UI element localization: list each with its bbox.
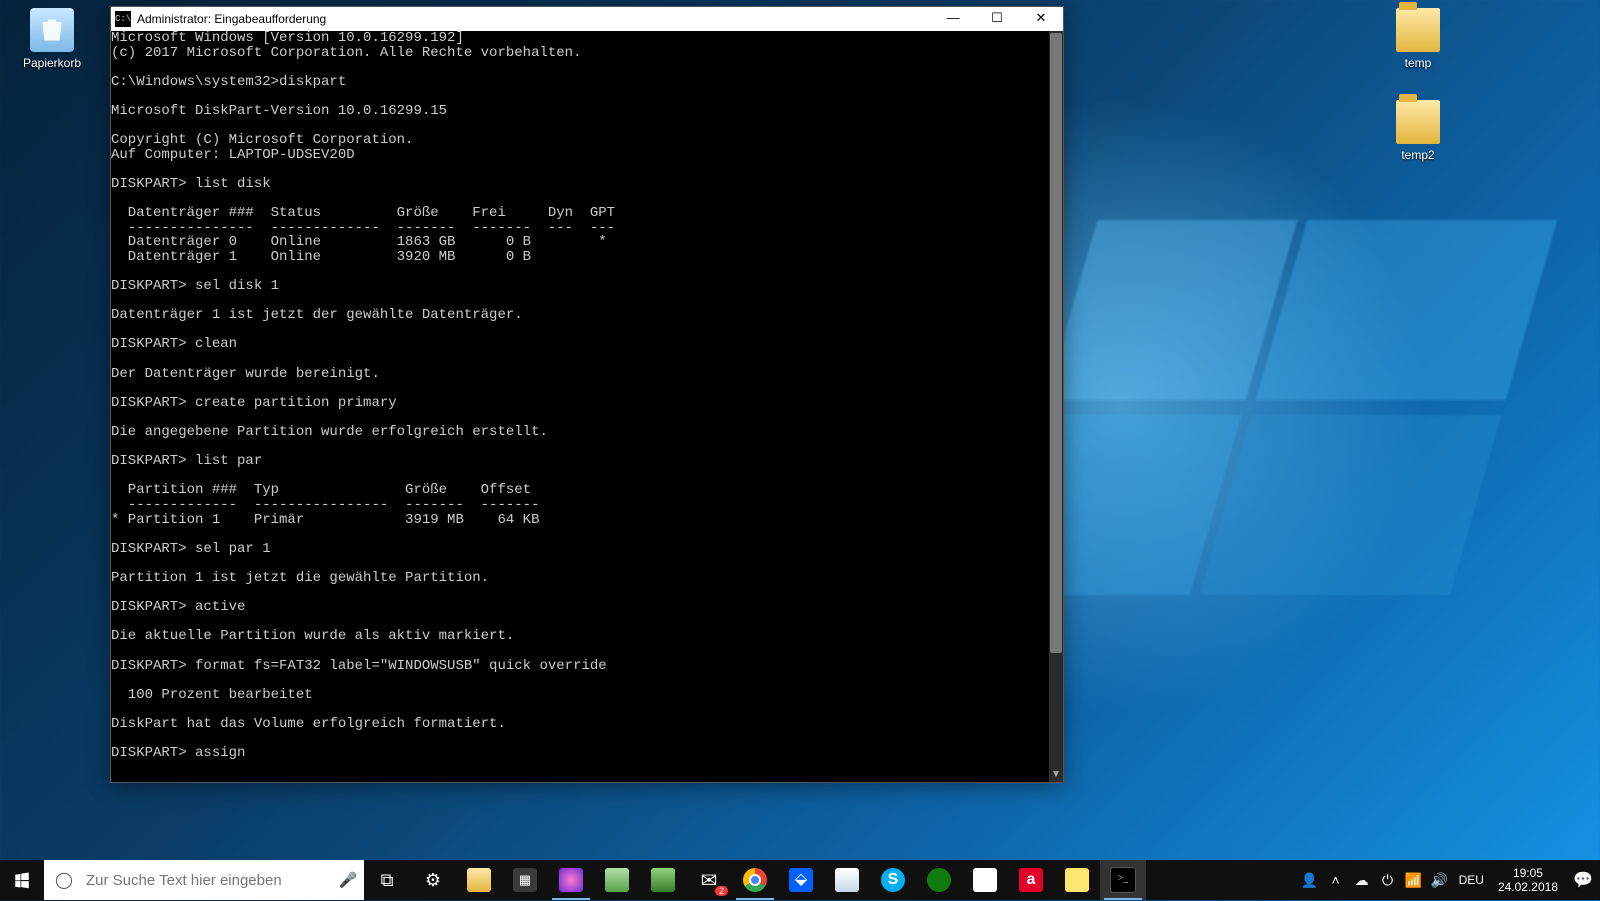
taskbar-app-chrome[interactable] bbox=[732, 860, 778, 900]
tray-wifi-icon[interactable]: 📶 bbox=[1401, 872, 1427, 889]
tray-chevron-up-icon[interactable]: ˄ bbox=[1323, 872, 1349, 888]
taskbar: ◯ 🎤 ⧉ ⚙ ▦ ✉ 2 ⬙ S a >_ 👤 ˄ ☁ ⏻ 📶 🔊 DEU 1… bbox=[0, 860, 1600, 900]
tray-volume-icon[interactable]: 🔊 bbox=[1427, 872, 1453, 889]
taskbar-app-skype[interactable]: S bbox=[870, 860, 916, 900]
recycle-bin[interactable]: Papierkorb bbox=[14, 8, 90, 70]
taskbar-app-avira[interactable]: a bbox=[1008, 860, 1054, 900]
recycle-bin-label: Papierkorb bbox=[14, 56, 90, 70]
folder-icon bbox=[1396, 8, 1440, 52]
tray-clock[interactable]: 19:05 24.02.2018 bbox=[1490, 866, 1566, 894]
taskbar-app-explorer[interactable] bbox=[456, 860, 502, 900]
search-input[interactable] bbox=[84, 859, 332, 901]
task-view-button[interactable]: ⧉ bbox=[364, 860, 410, 900]
desktop-folder-temp2[interactable]: temp2 bbox=[1380, 100, 1456, 162]
windows-logo-icon bbox=[13, 871, 31, 889]
window-title: Administrator: Eingabeaufforderung bbox=[137, 12, 326, 26]
taskbar-app-files[interactable] bbox=[640, 860, 686, 900]
tray-date: 24.02.2018 bbox=[1498, 880, 1558, 894]
taskbar-app-mail[interactable]: ✉ 2 bbox=[686, 860, 732, 900]
minimize-button[interactable]: — bbox=[931, 7, 975, 31]
taskbar-app-xbox[interactable] bbox=[916, 860, 962, 900]
taskbar-app-cmd[interactable]: >_ bbox=[1100, 860, 1146, 900]
tray-power-icon[interactable]: ⏻ bbox=[1375, 872, 1401, 889]
command-prompt-window: C:\ Administrator: Eingabeaufforderung —… bbox=[110, 6, 1064, 783]
terminal-output[interactable]: Microsoft Windows [Version 10.0.16299.19… bbox=[111, 31, 1049, 782]
taskbar-app-onedrive[interactable] bbox=[824, 860, 870, 900]
window-titlebar[interactable]: C:\ Administrator: Eingabeaufforderung —… bbox=[111, 7, 1063, 31]
maximize-button[interactable]: ☐ bbox=[975, 7, 1019, 31]
taskbar-app-calculator[interactable]: ▦ bbox=[502, 860, 548, 900]
tray-cloud-icon[interactable]: ☁ bbox=[1349, 872, 1375, 889]
taskbar-app-settings[interactable]: ⚙ bbox=[410, 860, 456, 900]
start-button[interactable] bbox=[0, 860, 44, 900]
folder-label: temp2 bbox=[1380, 148, 1456, 162]
taskbar-app-store[interactable] bbox=[962, 860, 1008, 900]
microphone-icon[interactable]: 🎤 bbox=[332, 871, 364, 889]
scroll-down-icon[interactable]: ▼ bbox=[1049, 768, 1063, 782]
taskbar-app-stickynotes[interactable] bbox=[1054, 860, 1100, 900]
taskbar-app-paint3d[interactable] bbox=[548, 860, 594, 900]
folder-label: temp bbox=[1380, 56, 1456, 70]
tray-language[interactable]: DEU bbox=[1453, 873, 1490, 887]
search-icon: ◯ bbox=[44, 870, 84, 890]
system-tray: 👤 ˄ ☁ ⏻ 📶 🔊 DEU 19:05 24.02.2018 💬 bbox=[1297, 860, 1600, 900]
action-center-icon[interactable]: 💬 bbox=[1566, 870, 1600, 890]
cmd-icon: C:\ bbox=[115, 11, 131, 27]
scrollbar-thumb[interactable] bbox=[1050, 33, 1062, 653]
mail-badge: 2 bbox=[715, 886, 728, 896]
taskbar-app-notepadpp[interactable] bbox=[594, 860, 640, 900]
desktop-folder-temp[interactable]: temp bbox=[1380, 8, 1456, 70]
tray-time: 19:05 bbox=[1498, 866, 1558, 880]
taskbar-app-dropbox[interactable]: ⬙ bbox=[778, 860, 824, 900]
recycle-bin-icon bbox=[30, 8, 74, 52]
taskbar-search[interactable]: ◯ 🎤 bbox=[44, 860, 364, 900]
folder-icon bbox=[1396, 100, 1440, 144]
tray-people-icon[interactable]: 👤 bbox=[1297, 872, 1323, 889]
scrollbar[interactable]: ▲ ▼ bbox=[1049, 31, 1063, 782]
close-button[interactable]: ✕ bbox=[1019, 7, 1063, 31]
